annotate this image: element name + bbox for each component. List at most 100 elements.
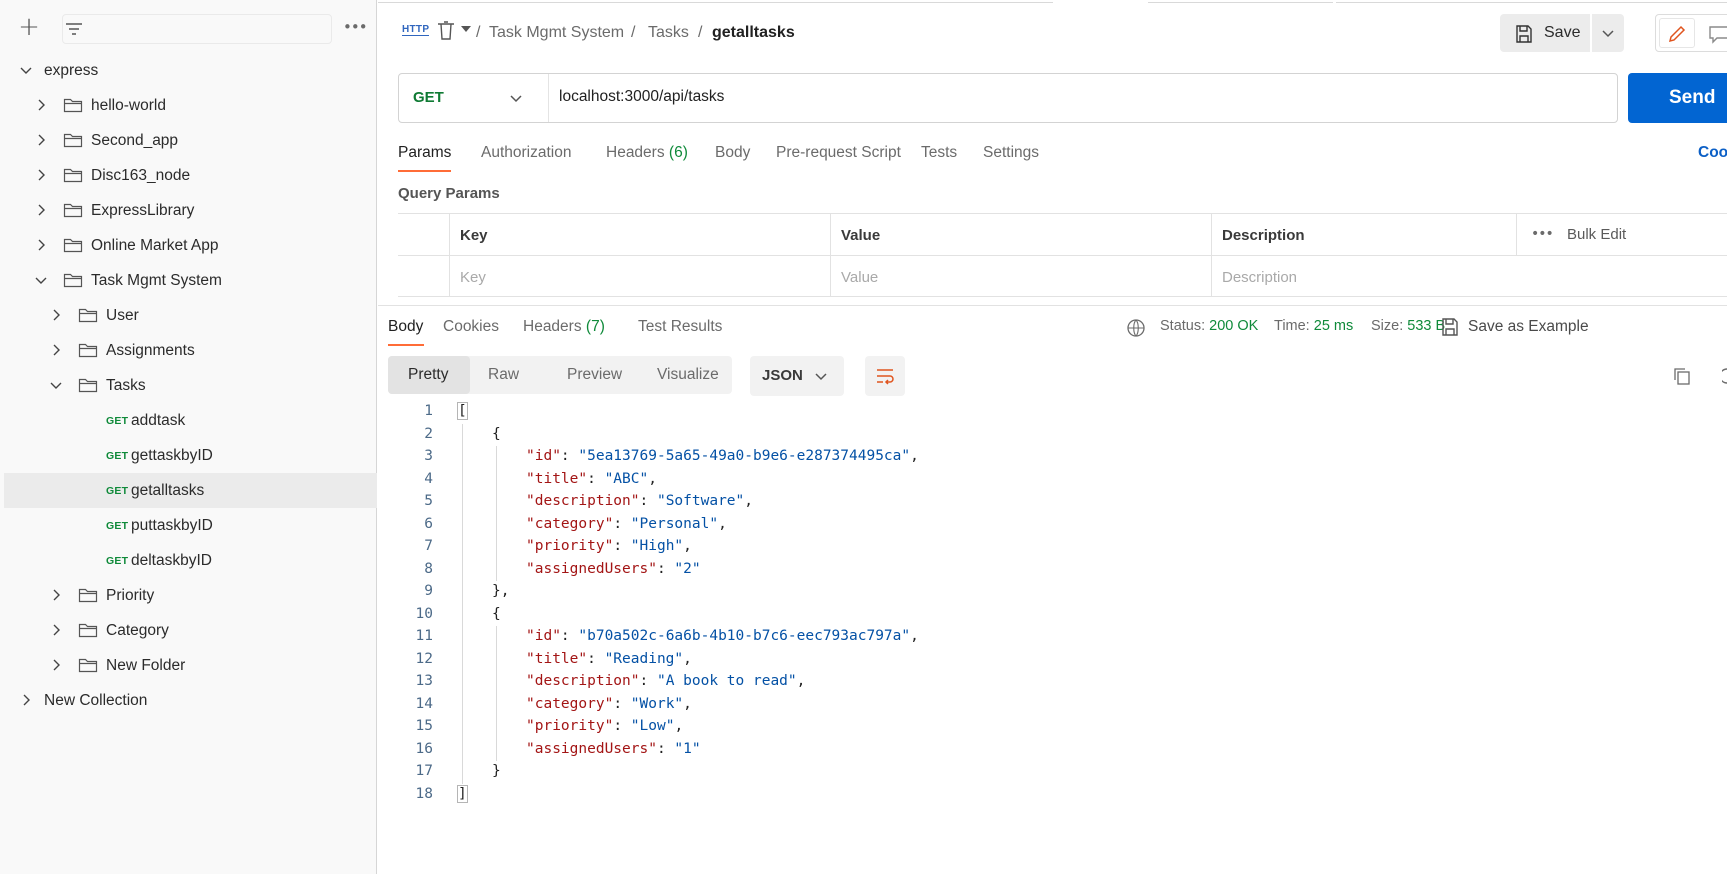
request-tab[interactable]: Authorization bbox=[481, 144, 571, 162]
response-tab[interactable]: Headers (7) bbox=[523, 318, 605, 336]
method-select[interactable]: GET bbox=[399, 74, 549, 122]
folder-item[interactable]: User bbox=[4, 298, 377, 333]
chevron-right-icon[interactable] bbox=[33, 97, 49, 113]
bulk-edit-cell: ••• Bulk Edit bbox=[1516, 214, 1727, 255]
collection-item[interactable]: express bbox=[4, 53, 377, 88]
line-number: 18 bbox=[415, 785, 433, 802]
caret-down-icon[interactable] bbox=[461, 26, 471, 32]
code-line: 8 "assignedUsers": "2" bbox=[378, 559, 1727, 582]
chevron-down-icon[interactable] bbox=[33, 272, 49, 288]
tree-item-label: addtask bbox=[131, 412, 186, 429]
request-tab[interactable]: Body bbox=[715, 144, 750, 162]
chevron-down-icon bbox=[815, 373, 827, 381]
chevron-down-icon[interactable] bbox=[48, 377, 64, 393]
wrap-lines-button[interactable] bbox=[865, 356, 905, 396]
chevron-right-icon[interactable] bbox=[33, 167, 49, 183]
request-tab[interactable]: Tests bbox=[921, 144, 957, 162]
request-item[interactable]: GET gettaskbyID bbox=[4, 438, 377, 473]
line-number: 13 bbox=[415, 673, 433, 689]
cookies-link[interactable]: Cookie bbox=[1698, 144, 1727, 162]
pane-divider[interactable] bbox=[378, 305, 1727, 306]
chevron-right-icon[interactable] bbox=[48, 342, 64, 358]
more-dots-icon[interactable]: ••• bbox=[343, 16, 368, 38]
chevron-right-icon[interactable] bbox=[33, 132, 49, 148]
folder-item[interactable]: hello-world bbox=[4, 88, 377, 123]
format-select[interactable]: JSON bbox=[750, 356, 844, 396]
chevron-right-icon[interactable] bbox=[48, 587, 64, 603]
globe-icon[interactable] bbox=[1126, 318, 1146, 338]
code-text: "category": "Personal", bbox=[526, 515, 727, 532]
folder-item[interactable]: New Folder bbox=[4, 648, 377, 683]
tree-item-label: New Collection bbox=[44, 692, 148, 709]
chevron-down-icon[interactable] bbox=[18, 62, 34, 78]
tab-count: (6) bbox=[668, 144, 688, 161]
collection-item[interactable]: New Collection bbox=[4, 683, 377, 718]
plus-icon[interactable]: + bbox=[17, 14, 41, 40]
code-line: 5 "description": "Software", bbox=[378, 491, 1727, 514]
view-mode-raw-button[interactable]: Raw bbox=[470, 356, 552, 394]
chevron-right-icon[interactable] bbox=[33, 237, 49, 253]
key-input[interactable]: Key bbox=[449, 256, 830, 297]
bulk-edit-link[interactable]: Bulk Edit bbox=[1567, 226, 1626, 243]
folder-item[interactable]: Second_app bbox=[4, 123, 377, 158]
more-dots-icon[interactable]: ••• bbox=[1531, 226, 1554, 242]
filter-field[interactable] bbox=[62, 14, 332, 44]
folder-item[interactable]: Disc163_node bbox=[4, 158, 377, 193]
response-tab[interactable]: Body bbox=[388, 318, 423, 336]
trash-icon[interactable] bbox=[436, 20, 456, 42]
time-readout[interactable]: Time: 25 ms bbox=[1274, 318, 1353, 334]
request-tab[interactable]: Pre-request Script bbox=[776, 144, 901, 162]
view-mode-visualize-button[interactable]: Visualize bbox=[642, 356, 732, 394]
size-readout[interactable]: Size: 533 B bbox=[1371, 318, 1445, 334]
chevron-down-icon bbox=[510, 95, 522, 103]
value-input[interactable]: Value bbox=[830, 256, 1211, 297]
line-number: 3 bbox=[424, 448, 433, 464]
code-line: 6 "category": "Personal", bbox=[378, 514, 1727, 537]
folder-item[interactable]: Assignments bbox=[4, 333, 377, 368]
request-item[interactable]: GET getalltasks bbox=[4, 473, 377, 508]
save-as-example-button[interactable]: Save as Example bbox=[1468, 318, 1589, 336]
folder-item[interactable]: Tasks bbox=[4, 368, 377, 403]
code-text: "description": "Software", bbox=[526, 493, 754, 509]
folder-item[interactable]: Priority bbox=[4, 578, 377, 613]
folder-icon bbox=[78, 308, 98, 323]
description-placeholder: Description bbox=[1222, 269, 1298, 286]
chevron-right-icon[interactable] bbox=[48, 307, 64, 323]
view-mode-preview-button[interactable]: Preview bbox=[552, 356, 642, 394]
folder-item[interactable]: Category bbox=[4, 613, 377, 648]
view-mode-pretty-button[interactable]: Pretty bbox=[388, 356, 470, 394]
chevron-right-icon[interactable] bbox=[48, 657, 64, 673]
folder-item[interactable]: Task Mgmt System bbox=[4, 263, 377, 298]
status-readout[interactable]: Status: 200 OK bbox=[1160, 318, 1258, 334]
save-button[interactable]: Save bbox=[1500, 14, 1590, 52]
send-label: Send bbox=[1669, 87, 1716, 108]
tab-label: Tests bbox=[921, 144, 958, 161]
request-item[interactable]: GET addtask bbox=[4, 403, 377, 438]
response-tab[interactable]: Test Results bbox=[638, 318, 722, 336]
breadcrumb-folder[interactable]: Tasks bbox=[648, 24, 689, 42]
url-input[interactable] bbox=[559, 88, 1599, 106]
request-item[interactable]: GET deltaskbyID bbox=[4, 543, 377, 578]
response-tab[interactable]: Cookies bbox=[443, 318, 499, 336]
chevron-right-icon[interactable] bbox=[48, 622, 64, 638]
comment-icon[interactable] bbox=[1708, 24, 1727, 44]
response-body-viewer[interactable]: 1[2{3 "id": "5ea13769-5a65-49a0-b9e6-e287… bbox=[378, 401, 1727, 821]
breadcrumb-collection[interactable]: Task Mgmt System bbox=[489, 24, 624, 42]
breadcrumb-request[interactable]: getalltasks bbox=[712, 24, 795, 42]
value-placeholder: Value bbox=[841, 269, 879, 286]
send-button[interactable]: Send bbox=[1628, 73, 1727, 123]
request-item[interactable]: GET puttaskbyID bbox=[4, 508, 377, 543]
chevron-right-icon[interactable] bbox=[33, 202, 49, 218]
search-icon[interactable] bbox=[1722, 366, 1727, 386]
folder-item[interactable]: Online Market App bbox=[4, 228, 377, 263]
save-dropdown-button[interactable] bbox=[1592, 14, 1624, 52]
description-input[interactable]: Description bbox=[1211, 256, 1727, 297]
chevron-right-icon[interactable] bbox=[18, 692, 34, 708]
request-tab[interactable]: Params bbox=[398, 144, 451, 162]
request-tab[interactable]: Settings bbox=[983, 144, 1039, 162]
request-tab[interactable]: Headers (6) bbox=[606, 144, 688, 162]
json-string: "Low" bbox=[630, 718, 675, 734]
copy-icon[interactable] bbox=[1672, 366, 1692, 386]
folder-item[interactable]: ExpressLibrary bbox=[4, 193, 377, 228]
json-string: "Work" bbox=[630, 695, 684, 712]
